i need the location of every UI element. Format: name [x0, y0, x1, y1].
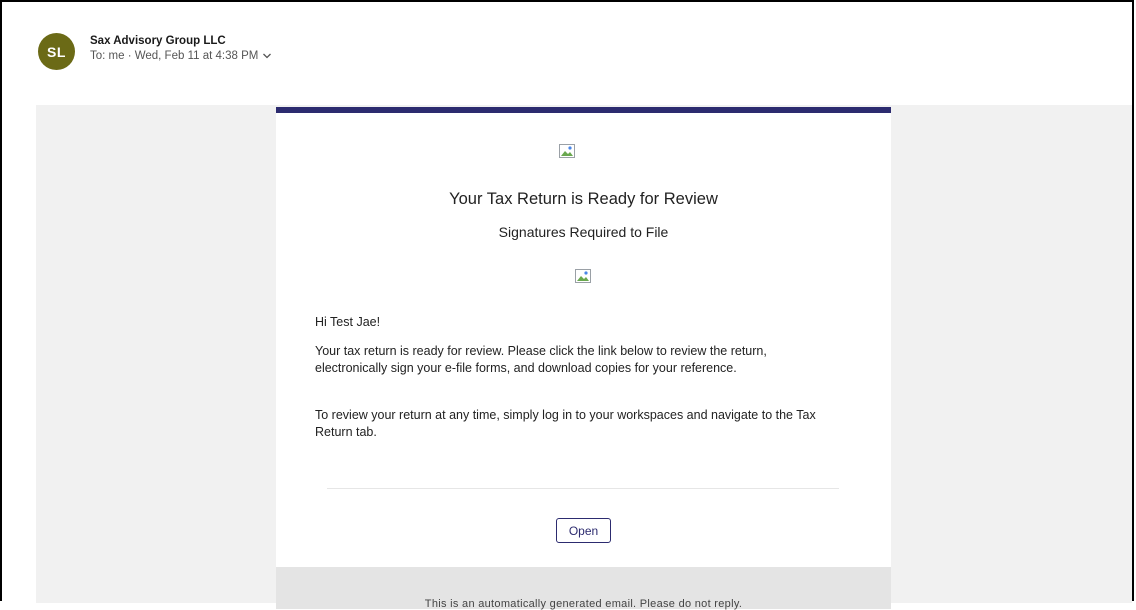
sender-avatar: SL: [38, 33, 75, 70]
broken-image-icon: [575, 269, 591, 283]
body-paragraph-2: To review your return at any time, simpl…: [315, 408, 816, 439]
email-card: Your Tax Return is Ready for Review Sign…: [276, 107, 891, 610]
email-viewer: SL Sax Advisory Group LLC To: me · Wed, …: [0, 0, 1134, 610]
greeting-text: Hi Test Jae!: [315, 315, 381, 329]
body-paragraph-1: Your tax return is ready for review. Ple…: [315, 344, 767, 375]
email-subtitle: Signatures Required to File: [498, 224, 669, 240]
broken-image-icon: [559, 144, 575, 158]
footer-text: This is an automatically generated email…: [424, 598, 743, 610]
email-title: Your Tax Return is Ready for Review: [449, 190, 718, 208]
chevron-down-icon[interactable]: [262, 51, 272, 61]
open-button[interactable]: Open: [556, 518, 611, 543]
divider: [327, 488, 839, 489]
email-footer: This is an automatically generated email…: [276, 567, 891, 610]
recipient-details-toggle[interactable]: To: me · Wed, Feb 11 at 4:38 PM: [90, 50, 272, 62]
sender-name: Sax Advisory Group LLC: [90, 35, 226, 47]
recipient-date-text: To: me · Wed, Feb 11 at 4:38 PM: [90, 50, 259, 62]
